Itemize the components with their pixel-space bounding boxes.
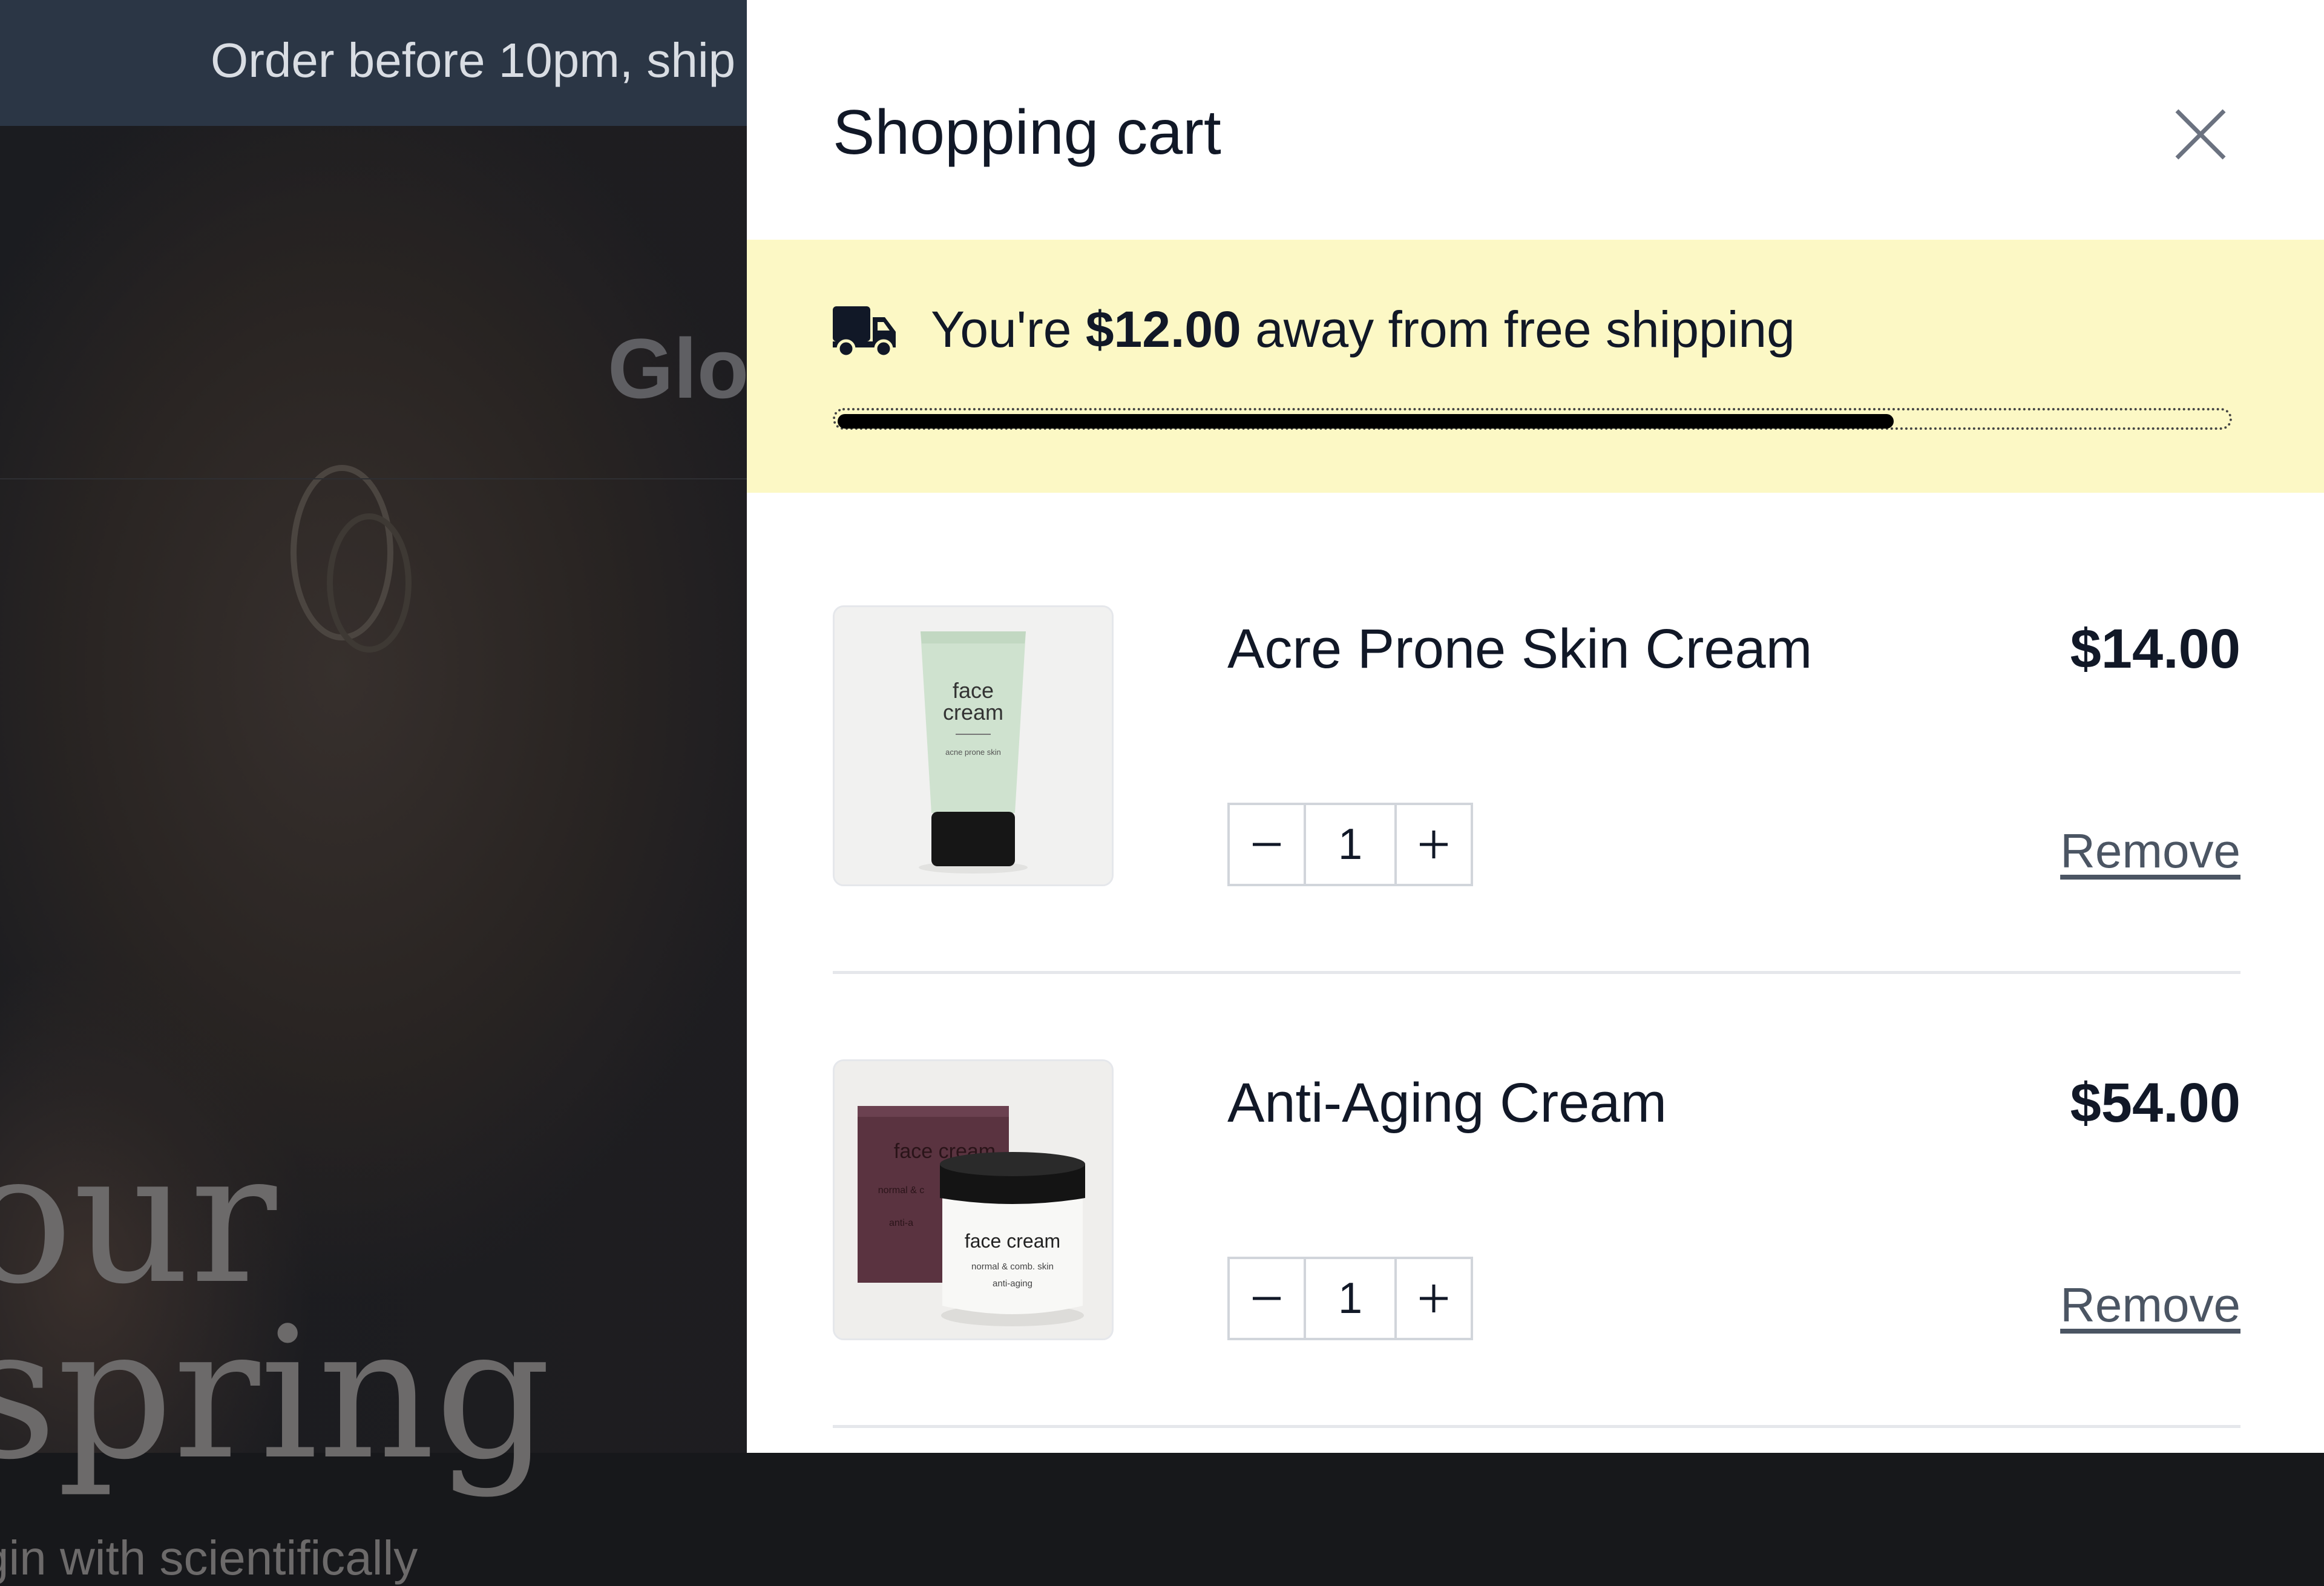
announcement-text: Order before 10pm, ship [211,33,736,87]
svg-text:cream: cream [943,700,1003,725]
quantity-stepper: 1 [1227,803,1473,886]
product-name[interactable]: Anti-Aging Cream [1227,1071,1667,1135]
close-icon [2175,109,2226,160]
hero-earring [327,513,412,653]
minus-icon [1252,1297,1281,1300]
remove-item-link[interactable]: Remove [2060,823,2240,879]
free-shipping-message: You're $12.00 away from free shipping [931,300,1795,359]
face-cream-tube-image: face cream acne prone skin [835,607,1112,884]
decrease-quantity-button[interactable] [1230,805,1304,884]
product-price: $54.00 [2070,1072,2240,1134]
svg-text:normal & c: normal & c [878,1185,924,1196]
hero-title: our spring [0,1113,551,1499]
cart-item: face cream normal & c anti-a face cream … [833,1059,2240,1341]
svg-text:face cream: face cream [965,1230,1060,1252]
cart-title: Shopping cart [833,97,1221,168]
hero-subtitle: gin with scientifically [0,1531,418,1585]
shipping-suffix: away from free shipping [1241,301,1795,358]
face-cream-jar-image: face cream normal & c anti-a face cream … [835,1061,1112,1338]
item-divider [833,1425,2240,1428]
shipping-prefix: You're [931,301,1086,358]
svg-text:anti-aging: anti-aging [993,1278,1032,1289]
header-divider [0,478,750,479]
product-price: $14.00 [2070,618,2240,680]
cart-drawer: Shopping cart You're $12.00 away from fr… [747,0,2324,1453]
svg-text:acne prone skin: acne prone skin [945,748,1001,757]
minus-icon [1252,843,1281,846]
item-divider [833,971,2240,974]
increase-quantity-button[interactable] [1397,805,1471,884]
shipping-progress-fill [838,414,1894,429]
product-name[interactable]: Acre Prone Skin Cream [1227,617,1812,681]
increase-quantity-button[interactable] [1397,1259,1471,1338]
quantity-stepper: 1 [1227,1257,1473,1340]
truck-icon [833,306,896,357]
cart-item: face cream acne prone skin Acre Prone Sk… [833,605,2240,887]
shipping-progress-bar [833,408,2232,430]
plus-icon [1420,1285,1448,1312]
quantity-value[interactable]: 1 [1303,805,1397,884]
quantity-value[interactable]: 1 [1303,1259,1397,1338]
decrease-quantity-button[interactable] [1230,1259,1304,1338]
shipping-amount: $12.00 [1085,301,1241,358]
product-image[interactable]: face cream normal & c anti-a face cream … [833,1059,1114,1340]
svg-text:face: face [953,678,994,703]
plus-icon [1420,831,1448,858]
product-image[interactable]: face cream acne prone skin [833,605,1114,886]
remove-item-link[interactable]: Remove [2060,1277,2240,1333]
close-button[interactable] [2165,99,2236,169]
svg-text:normal & comb. skin: normal & comb. skin [971,1262,1054,1272]
svg-text:anti-a: anti-a [889,1218,913,1228]
site-logo: Glo [608,321,749,416]
free-shipping-banner: You're $12.00 away from free shipping [747,240,2324,493]
